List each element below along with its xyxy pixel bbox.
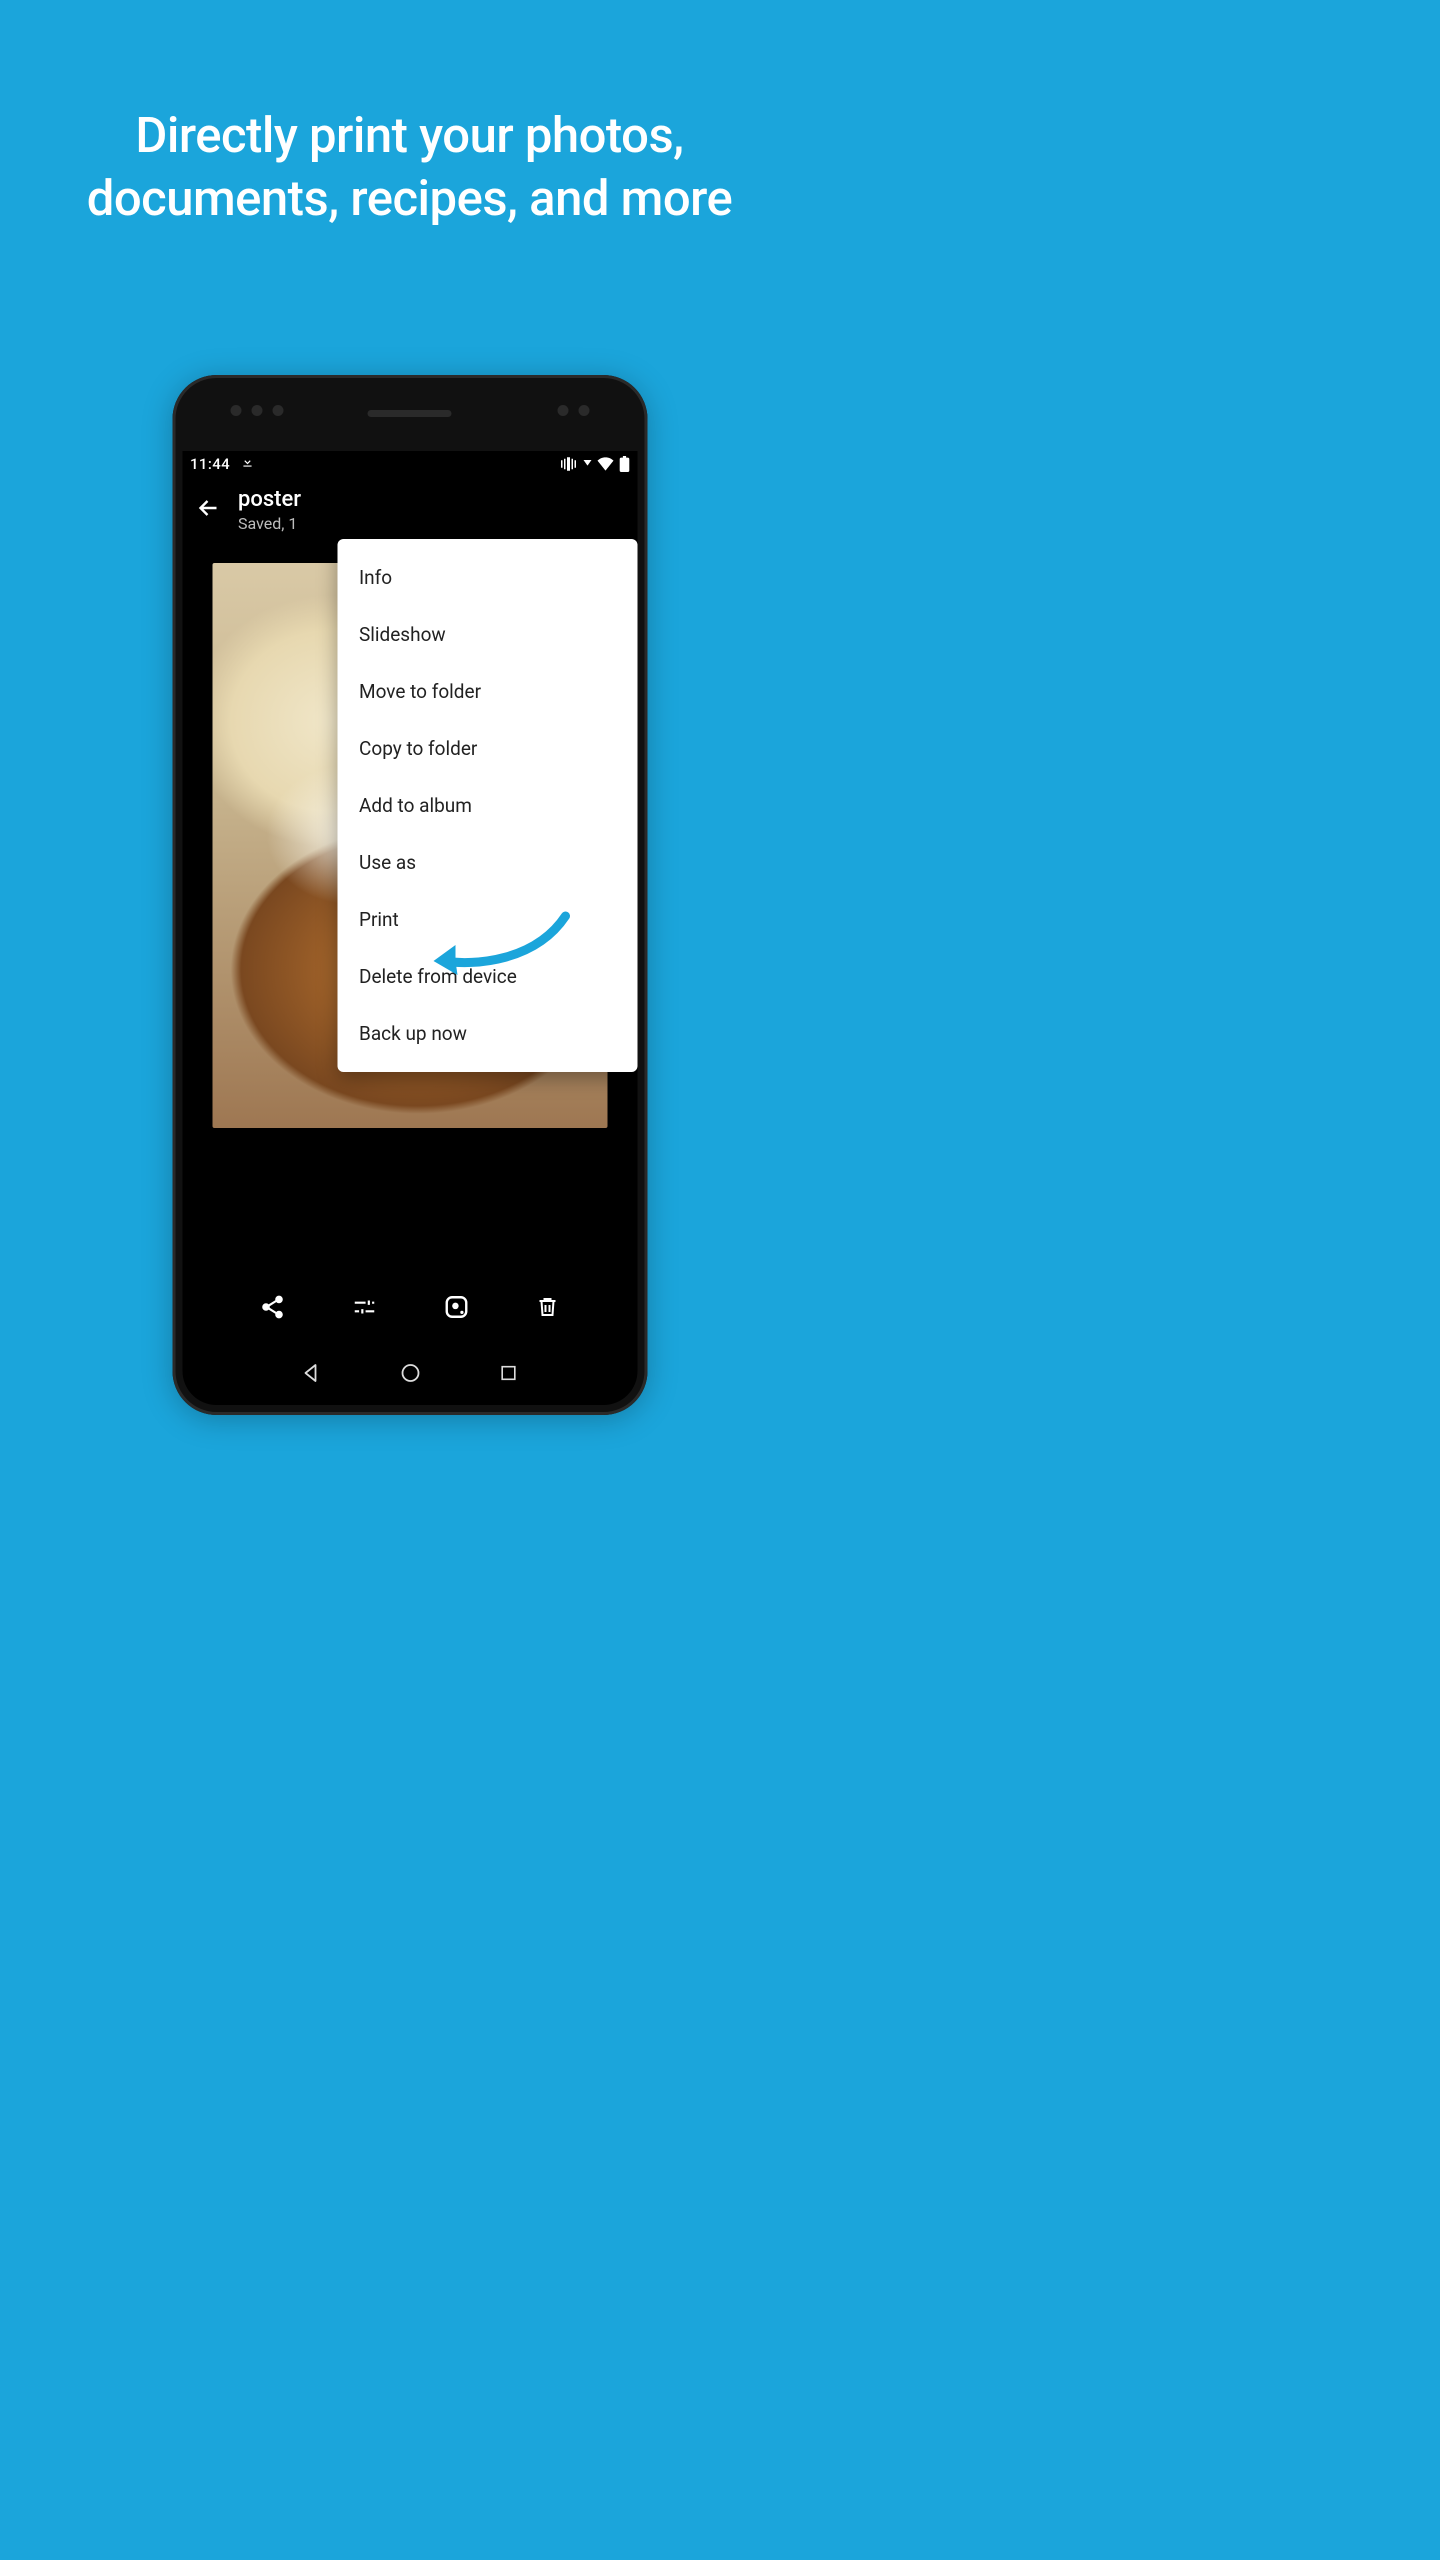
menu-item-slideshow[interactable]: Slideshow xyxy=(337,606,637,663)
share-icon[interactable] xyxy=(259,1294,285,1320)
nav-back-icon[interactable] xyxy=(302,1363,322,1387)
page-title: poster xyxy=(238,487,301,512)
lens-icon[interactable] xyxy=(444,1294,470,1320)
download-icon xyxy=(240,455,254,473)
phone-speaker xyxy=(368,410,452,417)
vibrate-icon xyxy=(559,457,577,471)
bottom-toolbar xyxy=(182,1279,637,1335)
signal-dropdown-icon xyxy=(583,460,591,468)
context-menu: Info Slideshow Move to folder Copy to fo… xyxy=(337,539,637,1072)
nav-recent-icon[interactable] xyxy=(500,1364,518,1386)
battery-icon xyxy=(619,456,629,472)
sensor-dots-left xyxy=(230,405,283,416)
app-bar: poster Saved, 1 xyxy=(182,477,637,539)
menu-item-add-to-album[interactable]: Add to album xyxy=(337,777,637,834)
phone-screen: 11:44 xyxy=(182,451,637,1405)
status-time: 11:44 xyxy=(190,455,230,473)
status-bar: 11:44 xyxy=(182,451,637,477)
phone-frame: 11:44 xyxy=(172,375,647,1415)
tune-icon[interactable] xyxy=(351,1294,377,1320)
back-icon[interactable] xyxy=(196,496,220,524)
marketing-headline: Directly print your photos, documents, r… xyxy=(0,0,819,230)
menu-item-info[interactable]: Info xyxy=(337,549,637,606)
photo-viewport: Info Slideshow Move to folder Copy to fo… xyxy=(182,539,637,1129)
trash-icon[interactable] xyxy=(536,1294,560,1320)
menu-item-move-to-folder[interactable]: Move to folder xyxy=(337,663,637,720)
sensor-dots-right xyxy=(557,405,589,416)
wifi-icon xyxy=(597,457,613,471)
menu-item-print[interactable]: Print xyxy=(337,891,637,948)
nav-home-icon[interactable] xyxy=(401,1363,421,1387)
menu-item-use-as[interactable]: Use as xyxy=(337,834,637,891)
android-nav-bar xyxy=(182,1345,637,1405)
phone-bezel-top xyxy=(172,375,647,451)
menu-item-back-up-now[interactable]: Back up now xyxy=(337,1005,637,1062)
page-subtitle: Saved, 1 xyxy=(238,514,301,533)
menu-item-copy-to-folder[interactable]: Copy to folder xyxy=(337,720,637,777)
menu-item-delete-from-device[interactable]: Delete from device xyxy=(337,948,637,1005)
